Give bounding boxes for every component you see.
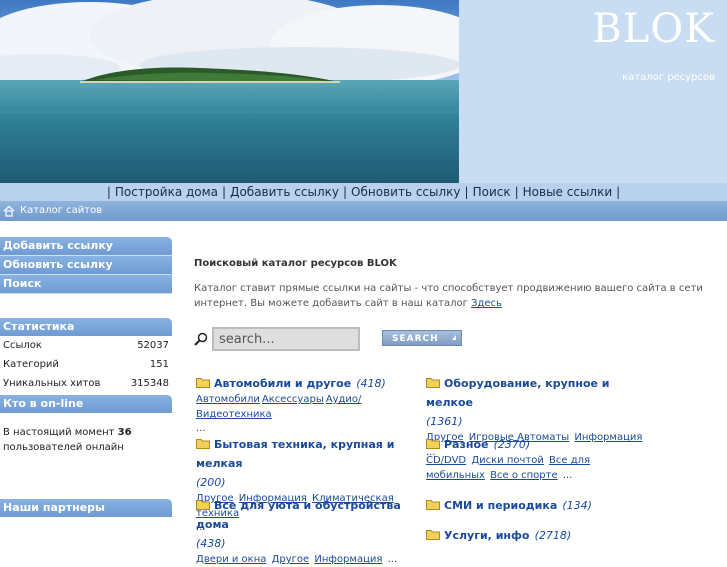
stat-value: 151 (149, 359, 169, 370)
sidebar-add-link[interactable]: Добавить ссылку (0, 237, 172, 256)
category-title[interactable]: СМИ и периодика (444, 499, 557, 512)
stats-title: Статистика (0, 318, 172, 336)
category-block: Разное (2370) CD/DVD Диски почтой Все дл… (426, 434, 648, 483)
stat-value: 315348 (130, 378, 169, 389)
sidebar-online: Кто в on-line В настоящий момент 36 поль… (0, 395, 172, 455)
description-text: Каталог ставит прямые ссылки на сайты - … (194, 283, 703, 309)
add-site-link[interactable]: Здесь (471, 298, 502, 309)
category-count: (438) (196, 537, 226, 550)
category-title[interactable]: Услуги, инфо (444, 529, 529, 542)
sidebar-menu: Добавить ссылку Обновить ссылку Поиск (0, 237, 172, 294)
category-block: Автомобили и другое (418) Автомобили Аксе… (196, 373, 418, 436)
breadcrumb: Каталог сайтов (0, 201, 727, 221)
nav-separator: | (514, 185, 519, 199)
category-count: (2718) (534, 529, 572, 542)
nav-separator: | (222, 185, 227, 199)
more-ellipsis: ... (562, 470, 573, 481)
folder-icon (426, 530, 440, 540)
page-description: Каталог ставит прямые ссылки на сайты - … (194, 281, 719, 311)
home-icon[interactable] (3, 205, 15, 217)
nav-link-build-house[interactable]: Постройка дома (115, 185, 218, 199)
category-block: Все для уюта и обустройства дома (438) Дв… (196, 495, 418, 567)
top-navigation: | Постройка дома | Добавить ссылку | Обновить… (0, 183, 727, 201)
site-tagline: каталог ресурсов (622, 72, 715, 83)
folder-icon (426, 500, 440, 510)
folder-icon (196, 378, 210, 388)
stat-label: Уникальных хитов (3, 378, 101, 389)
magnifier-icon (194, 332, 208, 346)
category-count: (2370) (493, 438, 531, 451)
online-suffix: пользователей онлайн (3, 442, 124, 453)
nav-separator: | (616, 185, 621, 199)
search-input[interactable] (212, 327, 360, 351)
subcategory-link[interactable]: Диски почтой (471, 455, 544, 466)
nav-separator: | (343, 185, 348, 199)
search-button-label: SEARCH (392, 334, 439, 344)
nav-link-add-link[interactable]: Добавить ссылку (230, 185, 339, 199)
category-title[interactable]: Разное (444, 438, 489, 451)
nav-link-search[interactable]: Поиск (473, 185, 511, 199)
category-title[interactable]: Оборудование, крупное и мелкое (426, 377, 610, 409)
more-ellipsis: ... (387, 554, 398, 565)
folder-icon (426, 439, 440, 449)
category-count: (1361) (426, 415, 463, 428)
stat-label: Категорий (3, 359, 59, 370)
stat-row: Уникальных хитов 315348 (0, 374, 172, 393)
subcategory-link[interactable]: Двери и окна (196, 554, 266, 565)
category-block: Услуги, инфо (2718) (426, 525, 648, 544)
site-logo[interactable]: BLOK (592, 6, 715, 52)
online-count: 36 (117, 427, 132, 438)
stat-row: Категорий 151 (0, 355, 172, 374)
breadcrumb-catalog[interactable]: Каталог сайтов (20, 201, 102, 221)
sidebar-partners: Наши партнеры (0, 499, 172, 517)
folder-icon (426, 378, 440, 388)
subcategory-link[interactable]: Другое (272, 554, 310, 565)
nav-link-new-links[interactable]: Новые ссылки (523, 185, 613, 199)
category-title[interactable]: Бытовая техника, крупная и мелкая (196, 438, 394, 470)
nav-link-update-link[interactable]: Обновить ссылку (351, 185, 460, 199)
nav-separator: | (464, 185, 469, 199)
site-header: BLOK каталог ресурсов (0, 0, 727, 183)
online-prefix: В настоящий момент (3, 427, 115, 438)
sidebar-search[interactable]: Поиск (0, 275, 172, 294)
online-text: В настоящий момент 36 пользователей онла… (0, 413, 172, 455)
folder-icon (196, 439, 210, 449)
partners-title: Наши партнеры (0, 499, 172, 517)
search-button[interactable]: SEARCH (382, 330, 462, 346)
corner-arrow-icon (452, 335, 456, 340)
sidebar-stats: Статистика Ссылок 52037 Категорий 151 Ун… (0, 318, 172, 393)
online-title: Кто в on-line (0, 395, 172, 413)
stat-value: 52037 (137, 340, 169, 351)
subcategory-link[interactable]: CD/DVD (426, 455, 466, 466)
category-title[interactable]: Автомобили и другое (214, 377, 351, 390)
subcategory-link[interactable]: Информация (314, 554, 382, 565)
category-title[interactable]: Все для уюта и обустройства дома (196, 499, 401, 531)
category-count: (134) (562, 499, 592, 512)
stat-row: Ссылок 52037 (0, 336, 172, 355)
folder-icon (196, 500, 210, 510)
subcategory-link[interactable]: Аксессуары (262, 394, 324, 405)
category-count: (418) (356, 377, 386, 390)
category-count: (200) (196, 476, 226, 489)
category-block: СМИ и периодика (134) (426, 495, 648, 514)
subcategory-link[interactable]: Автомобили (196, 394, 260, 405)
sidebar-update-link[interactable]: Обновить ссылку (0, 256, 172, 275)
stat-label: Ссылок (3, 340, 42, 351)
page-title: Поисковый каталог ресурсов BLOK (194, 258, 397, 269)
subcategory-link[interactable]: Все о спорте (490, 470, 557, 481)
nav-separator: | (106, 185, 111, 199)
header-photo (0, 0, 459, 183)
